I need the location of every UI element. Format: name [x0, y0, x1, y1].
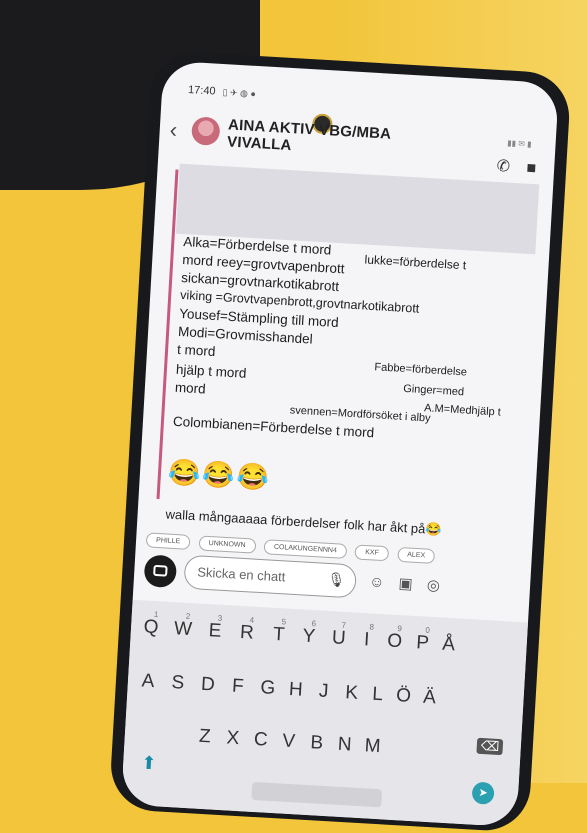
keyboard-row-2: A S D F G H J K L Ö Ä [129, 670, 524, 708]
chip-friend[interactable]: ALEX [396, 546, 436, 565]
key[interactable]: C [248, 729, 273, 752]
key-number: 6 [311, 619, 317, 629]
key[interactable]: 3E [202, 614, 227, 643]
key-label: Y [301, 625, 316, 648]
key-label: P [415, 632, 430, 654]
avatar[interactable] [190, 116, 221, 146]
chip-friend[interactable]: KXF [354, 544, 390, 562]
key-label: O [386, 630, 403, 653]
emoji-message: 😂😂😂 [167, 456, 272, 493]
key[interactable]: Ä [417, 686, 442, 709]
status-time: 17:40 [187, 84, 216, 98]
key-number: 4 [249, 615, 255, 625]
chip-friend[interactable]: UNKNOWN [198, 535, 256, 554]
battery-signal-icon: ▮▮ ✉ ▮ [506, 138, 532, 149]
backspace-key-icon[interactable]: ⌫ [476, 737, 504, 756]
note-line: lukke=förberdelse t [364, 252, 467, 273]
key[interactable]: X [220, 727, 245, 750]
key-label: E [208, 620, 222, 642]
key-label: Q [143, 616, 160, 639]
key[interactable]: D [195, 673, 220, 696]
note-line: Ginger=med [402, 382, 465, 399]
microphone-icon[interactable]: 🎙 [327, 571, 346, 589]
key-label: W [173, 618, 193, 641]
chat-title[interactable]: AINA AKTIV VBG/MBA VIVALLA [227, 116, 459, 163]
key-number: 9 [397, 623, 403, 634]
key-number: 2 [185, 611, 191, 622]
phone-call-icon[interactable]: ✆ [496, 158, 510, 176]
note-line: hjälp t mord [175, 361, 247, 381]
key[interactable]: H [283, 679, 308, 702]
note-line: mord [174, 379, 207, 397]
space-bar[interactable] [251, 781, 383, 808]
key[interactable]: B [304, 732, 329, 755]
key[interactable]: Ö [391, 685, 416, 708]
phone-screen: 17:40 ▯ ✈ ◍ ● ‹ AINA AKTIV VBG/MBA VIVAL… [120, 60, 560, 828]
note-line: Fabbe=förberdelse [374, 361, 468, 379]
note-line: t mord [176, 341, 216, 360]
notification-icons: ▯ ✈ ◍ ● [222, 87, 257, 99]
key[interactable]: Z [192, 725, 217, 748]
send-key-icon[interactable]: ➤ [471, 781, 495, 805]
chat-input[interactable]: Skicka en chatt 🎙 [183, 554, 358, 599]
status-bar: 17:40 ▯ ✈ ◍ ● [188, 84, 256, 100]
video-call-icon[interactable]: ■ [526, 160, 537, 178]
keyboard: 1Q 2W 3E 4R 5T 6Y 7U 8I 9O 0P Å A S D F … [120, 599, 529, 828]
key[interactable]: F [225, 675, 250, 698]
key[interactable]: N [332, 733, 357, 756]
key-label: I [363, 629, 370, 651]
chip-friend[interactable]: COLAKUNGENNN4 [263, 539, 348, 559]
key[interactable]: 5T [266, 617, 291, 646]
key[interactable]: 2W [170, 612, 195, 641]
key-number: 5 [281, 617, 287, 627]
key-number: 3 [217, 613, 223, 623]
key-number: 8 [369, 622, 375, 632]
phone: 17:40 ▯ ✈ ◍ ● ‹ AINA AKTIV VBG/MBA VIVAL… [108, 49, 572, 833]
key-number: 7 [341, 620, 347, 631]
emoji-icon[interactable]: ☺ [369, 573, 385, 591]
message-sender-line [156, 169, 179, 500]
key[interactable]: S [165, 672, 190, 695]
key[interactable]: 4R [234, 615, 259, 645]
chat-input-placeholder: Skicka en chatt [196, 564, 286, 585]
key[interactable]: 6Y [296, 619, 321, 648]
key[interactable]: 8I [354, 622, 379, 652]
key-label: Å [441, 633, 456, 656]
key[interactable]: V [276, 730, 301, 753]
key[interactable]: 7U [326, 621, 351, 650]
key[interactable]: 0P [410, 626, 435, 655]
key[interactable]: Å [436, 633, 461, 656]
key-number: 0 [425, 625, 431, 635]
key[interactable]: 9O [382, 624, 407, 653]
key[interactable]: M [360, 735, 385, 758]
key[interactable]: A [135, 670, 160, 693]
key[interactable]: J [311, 680, 336, 703]
key-label: T [272, 623, 286, 646]
key[interactable]: G [255, 677, 280, 700]
key[interactable]: 1Q [138, 610, 163, 639]
shift-key-icon[interactable]: ⬆ [141, 752, 157, 774]
keyboard-row-3: Z X C V B N M [126, 721, 521, 757]
keyboard-row-1: 1Q 2W 3E 4R 5T 6Y 7U 8I 9O 0P Å [132, 610, 527, 655]
key[interactable]: K [339, 682, 364, 705]
key[interactable]: L [365, 683, 390, 706]
back-arrow-icon[interactable]: ‹ [169, 117, 178, 143]
key-label: R [239, 621, 255, 644]
note-line: A.M=Medhjälp t [423, 402, 502, 419]
key-number: 1 [153, 609, 159, 620]
input-actions: ☺ ▣ ◎ [369, 572, 451, 595]
chip-friend[interactable]: PHILLE [145, 532, 191, 550]
header-actions: ✆ ■ [484, 155, 537, 178]
location-icon[interactable]: ◎ [426, 577, 440, 595]
sticker-icon[interactable]: ▣ [398, 575, 413, 593]
camera-button[interactable] [143, 554, 178, 589]
key-label: U [331, 627, 347, 649]
